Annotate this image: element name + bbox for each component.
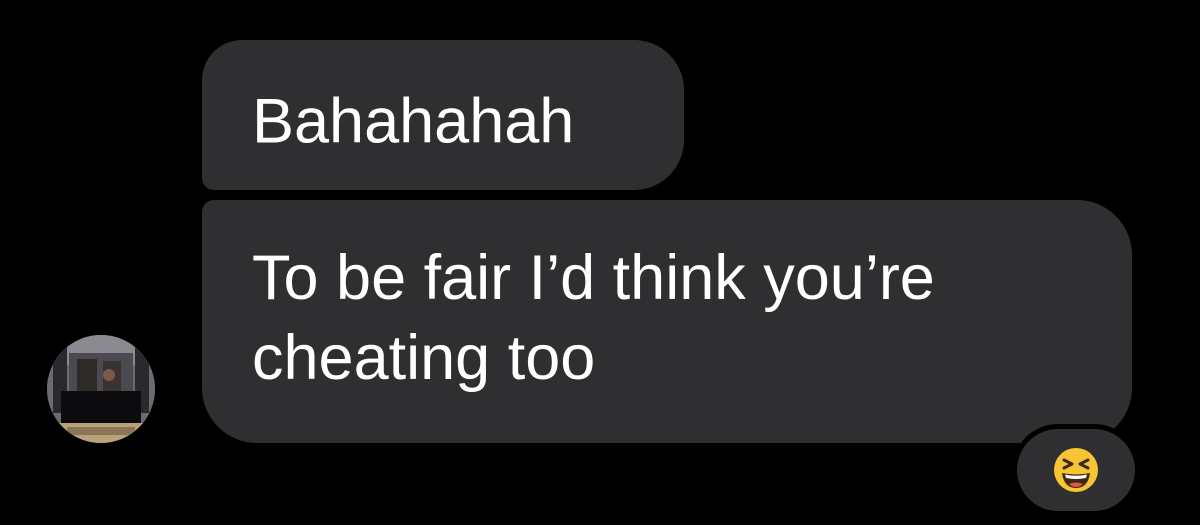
avatar[interactable]	[47, 335, 155, 443]
message-text: To be fair I’d think you’re cheating too	[252, 243, 935, 393]
reaction-badge[interactable]	[1012, 424, 1140, 516]
message-thread: Bahahahah To be fair I’d think you’re ch…	[0, 0, 1200, 525]
message-text: Bahahahah	[252, 86, 575, 157]
grinning-squinting-face-icon	[1054, 448, 1098, 492]
message-bubble[interactable]: To be fair I’d think you’re cheating too	[202, 200, 1132, 443]
message-bubble[interactable]: Bahahahah	[202, 40, 684, 190]
avatar-photo	[47, 335, 155, 443]
